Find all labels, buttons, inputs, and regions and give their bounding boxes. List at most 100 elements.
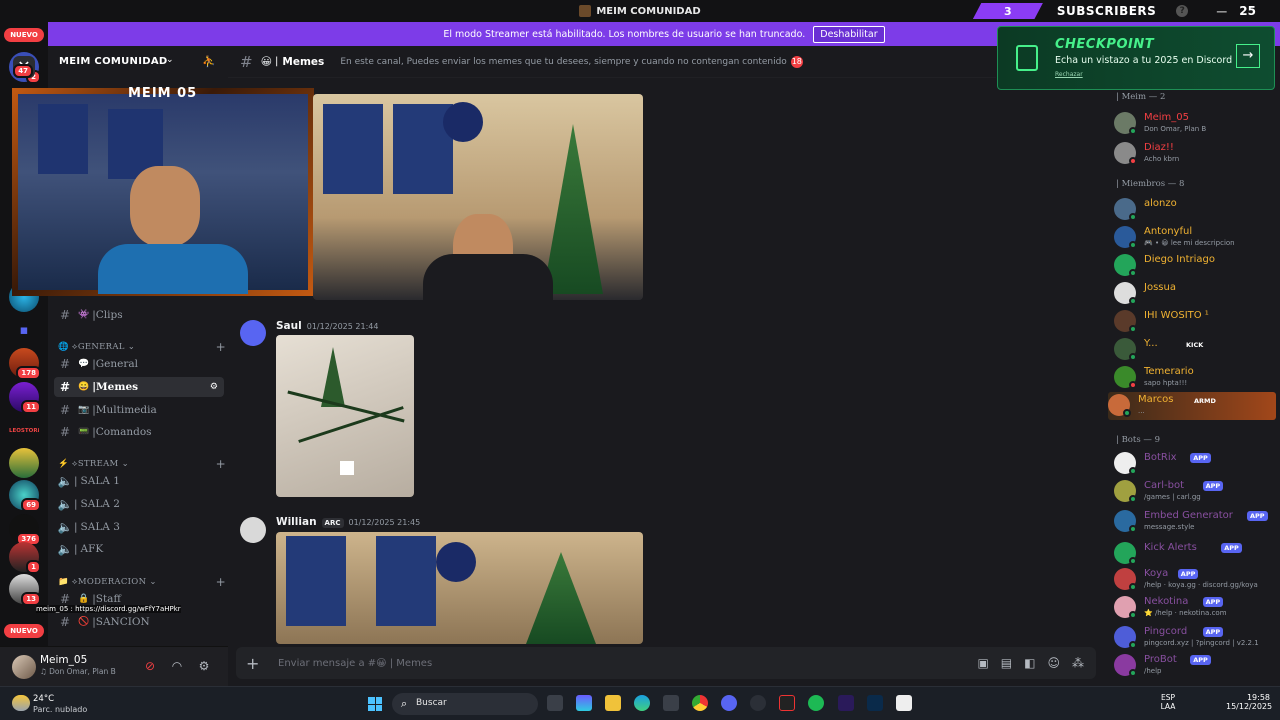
taskbar-search[interactable]: ⌕ Buscar bbox=[392, 693, 538, 715]
category-stream[interactable]: ⚡ ⟡ STREAM ⌄ + bbox=[58, 457, 226, 471]
message-author[interactable]: Willian ARC 01/12/2025 21:45 bbox=[276, 516, 420, 528]
leostore-server-icon[interactable]: LEOSTORE bbox=[9, 416, 39, 446]
task-view-icon[interactable] bbox=[547, 695, 563, 711]
member-item[interactable]: Embed Generator APP message.style bbox=[1114, 508, 1274, 536]
voice-channel-afk[interactable]: 🔈 | AFK bbox=[54, 539, 224, 559]
channel-topic[interactable]: En este canal, Puedes enviar los memes q… bbox=[340, 57, 787, 67]
member-item[interactable]: Diego Intriago bbox=[1114, 252, 1274, 280]
server-icon[interactable]: 178 bbox=[9, 348, 41, 380]
channel-comandos[interactable]: # 📟 | Comandos bbox=[54, 422, 224, 442]
mute-mic-icon[interactable]: ⊘ bbox=[142, 659, 158, 675]
discord-icon[interactable] bbox=[721, 695, 737, 711]
invite-people-icon[interactable]: ⛹ bbox=[202, 55, 216, 69]
chevron-down-icon[interactable]: ⌄ bbox=[166, 55, 174, 65]
disable-streamer-button[interactable]: Deshabilitar bbox=[813, 25, 885, 43]
tiktok-icon[interactable] bbox=[779, 695, 795, 711]
server-icon[interactable]: 13 bbox=[9, 574, 41, 606]
chrome-icon[interactable] bbox=[692, 695, 708, 711]
minimize-button[interactable]: — bbox=[1216, 5, 1227, 18]
spotify-icon[interactable] bbox=[808, 695, 824, 711]
premiere-icon[interactable] bbox=[838, 695, 854, 711]
weather-temp[interactable]: 24°C bbox=[33, 694, 54, 704]
avatar[interactable] bbox=[12, 655, 36, 679]
message-placeholder[interactable]: Enviar mensaje a #😀 | Memes bbox=[278, 658, 432, 669]
arrow-right-icon[interactable]: → bbox=[1236, 44, 1260, 68]
member-item[interactable]: alonzo bbox=[1114, 196, 1274, 224]
app-icon[interactable] bbox=[750, 695, 766, 711]
help-icon[interactable]: ? bbox=[1176, 5, 1189, 17]
channel-sep: | bbox=[275, 56, 279, 67]
member-item[interactable]: Meim_05 Don Omar, Plan B bbox=[1114, 110, 1274, 138]
message-author[interactable]: Saul 01/12/2025 21:44 bbox=[276, 320, 378, 332]
capcut-icon[interactable] bbox=[896, 695, 912, 711]
folder-icon[interactable]: ▪ bbox=[9, 316, 39, 346]
apps-icon[interactable]: ⁂ bbox=[1072, 656, 1084, 670]
category-moderacion[interactable]: 📁 ⟡ MODERACION ⌄ + bbox=[58, 575, 226, 589]
server-icon[interactable] bbox=[9, 448, 39, 478]
member-item[interactable]: Jossua bbox=[1114, 280, 1274, 308]
gear-icon[interactable]: ⚙ bbox=[210, 382, 218, 392]
add-channel-icon[interactable]: + bbox=[216, 340, 226, 354]
weather-desc[interactable]: Parc. nublado bbox=[33, 705, 87, 714]
server-icon[interactable]: 69 bbox=[9, 480, 41, 512]
member-item[interactable]: Kick Alerts APP bbox=[1114, 540, 1274, 568]
member-item[interactable]: Y... KICK bbox=[1114, 336, 1274, 364]
member-item[interactable]: IHI WOSITO ¹ bbox=[1114, 308, 1274, 336]
server-icon[interactable]: 1 bbox=[9, 542, 41, 574]
member-item[interactable]: Antonyful 🎮 • 😀 lee mi descripcion bbox=[1114, 224, 1274, 252]
member-item[interactable]: Marcos ARMD... bbox=[1108, 392, 1276, 420]
member-item[interactable]: Diaz!! Acho kbrn bbox=[1114, 140, 1274, 168]
emoji-icon[interactable]: ☺ bbox=[1047, 656, 1060, 670]
member-item[interactable]: Temerario sapo hpta!!! bbox=[1114, 364, 1274, 392]
voice-channel-sala3[interactable]: 🔈 | SALA 3 bbox=[54, 517, 224, 537]
message-input[interactable]: + Enviar mensaje a #😀 | Memes ▣ ▤ ◧ ☺ ⁂ bbox=[236, 647, 1096, 679]
member-item[interactable]: BotRix APP bbox=[1114, 450, 1274, 478]
channel-general[interactable]: # 💬 | General bbox=[54, 354, 224, 374]
channel-clips[interactable]: # 👾 | Clips bbox=[54, 305, 224, 325]
app-badge: APP bbox=[1202, 481, 1224, 491]
gif-icon[interactable]: ▤ bbox=[1001, 656, 1012, 670]
add-attachment-icon[interactable]: + bbox=[246, 654, 260, 673]
server-icon[interactable]: 376 bbox=[9, 514, 41, 546]
language-indicator[interactable]: ESP LAA bbox=[1160, 693, 1176, 711]
message-list: Saul 01/12/2025 21:44 Willian ARC 01/12/202… bbox=[228, 78, 1104, 644]
add-channel-icon[interactable]: + bbox=[216, 575, 226, 589]
author-name[interactable]: Saul bbox=[276, 320, 302, 332]
photoshop-icon[interactable] bbox=[867, 695, 883, 711]
channel-sancion[interactable]: # 🚫 | SANCION bbox=[54, 612, 224, 632]
avatar[interactable] bbox=[240, 517, 266, 543]
channel-memes[interactable]: # 😀 | Memes ⚙ bbox=[54, 377, 224, 397]
member-item[interactable]: Pingcord APP pingcord.xyz | ?pingcord | v2… bbox=[1114, 624, 1274, 652]
attachment-image[interactable] bbox=[276, 335, 414, 497]
voice-channel-sala1[interactable]: 🔈 | SALA 1 bbox=[54, 471, 224, 491]
weather-icon[interactable] bbox=[12, 695, 30, 711]
channel-multimedia[interactable]: # 📷 | Multimedia bbox=[54, 400, 224, 420]
store-icon[interactable] bbox=[663, 695, 679, 711]
windows-start-icon[interactable] bbox=[368, 697, 382, 711]
sticker-icon[interactable]: ◧ bbox=[1024, 656, 1035, 670]
member-item[interactable]: Nekotina APP ⭐ /help · nekotina.com bbox=[1114, 594, 1274, 622]
member-item[interactable]: ProBot APP/help bbox=[1114, 652, 1274, 680]
dismiss-link[interactable]: Rechazar bbox=[1055, 71, 1083, 78]
gift-icon[interactable]: ▣ bbox=[977, 656, 988, 670]
avatar[interactable] bbox=[240, 320, 266, 346]
category-general[interactable]: 🌐 ⟡ GENERAL ⌄ + bbox=[58, 340, 226, 354]
file-explorer-icon[interactable] bbox=[605, 695, 621, 711]
member-item[interactable]: Carl-bot APP/games | carl.gg bbox=[1114, 478, 1274, 506]
add-channel-icon[interactable]: + bbox=[216, 457, 226, 471]
voice-channel-sala2[interactable]: 🔈 | SALA 2 bbox=[54, 494, 224, 514]
server-icon[interactable]: 11 bbox=[9, 382, 41, 414]
edge-icon[interactable] bbox=[634, 695, 650, 711]
gear-icon[interactable]: ⚙ bbox=[196, 659, 212, 675]
attachment-image[interactable] bbox=[276, 532, 643, 644]
server-name[interactable]: MEIM COMUNIDAD bbox=[59, 56, 167, 67]
attachment-image[interactable] bbox=[313, 94, 643, 300]
clock[interactable]: 19:58 15/12/2025 bbox=[1226, 693, 1272, 711]
copilot-icon[interactable] bbox=[576, 695, 592, 711]
member-item[interactable]: Koya APP/help · koya.gg · discord.gg/koya bbox=[1114, 566, 1274, 594]
app-badge: APP bbox=[1190, 655, 1211, 665]
headphones-icon[interactable]: ◠ bbox=[169, 659, 185, 675]
author-name[interactable]: Willian bbox=[276, 516, 317, 528]
checkpoint-card[interactable]: CHECKPOINT Echa un vistazo a tu 2025 en … bbox=[997, 26, 1275, 90]
channel-label: Memes bbox=[96, 381, 139, 393]
